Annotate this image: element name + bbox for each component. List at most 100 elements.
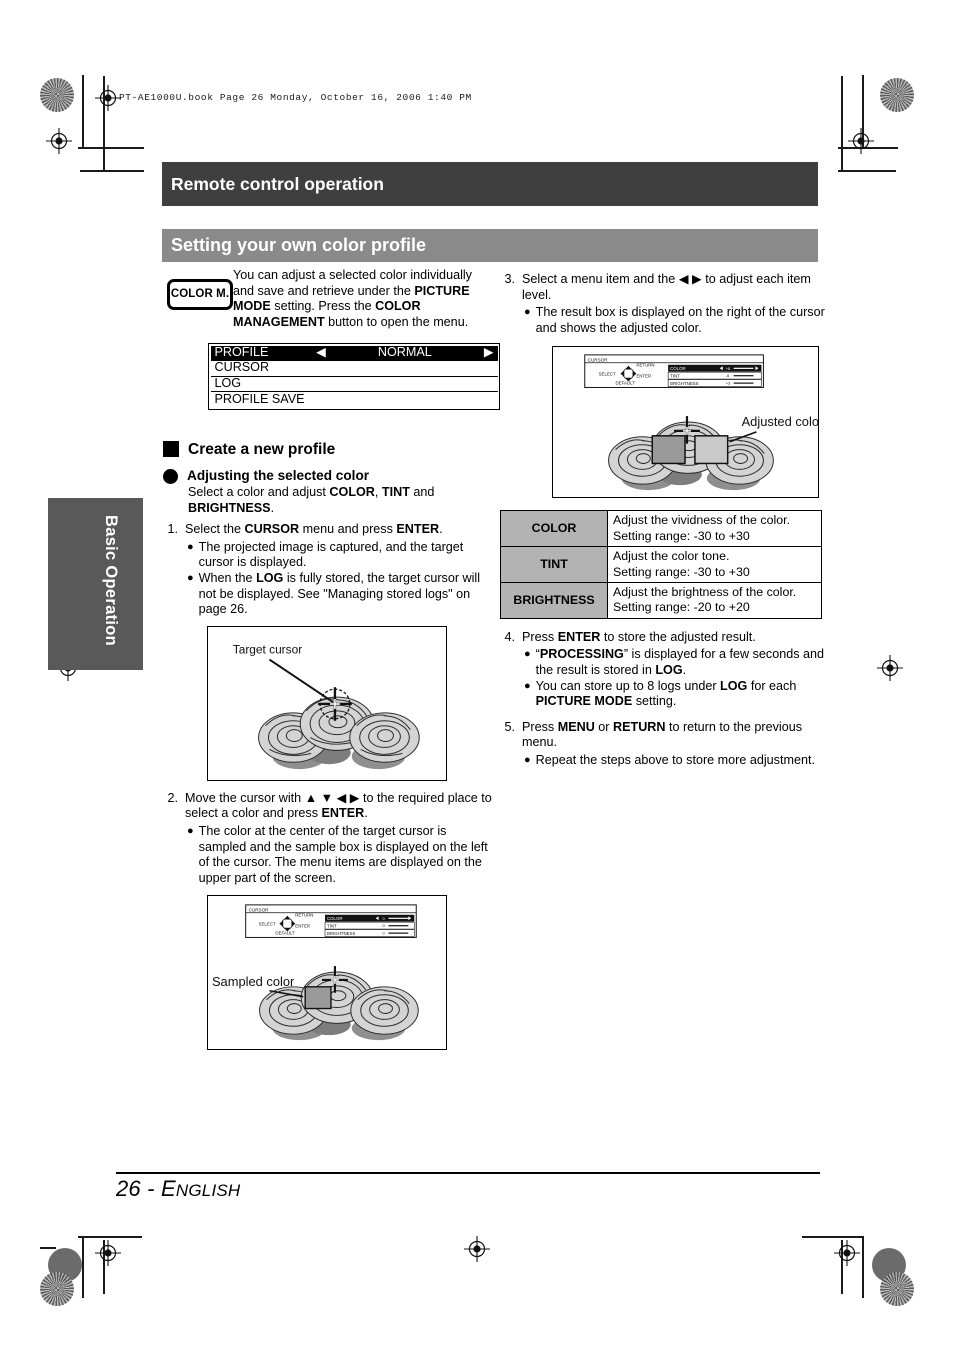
step-3-bullet-1: ● The result box is displayed on the rig… [524,305,830,336]
svg-text:BRIGHTNESS: BRIGHTNESS [327,931,355,936]
table-row-desc-line2: Setting range: -30 to +30 [613,564,750,579]
bullet-dot-icon: ● [524,679,531,692]
svg-text:+8: +8 [726,366,731,371]
s1b2-t1: When the [198,570,257,585]
figure-sampled-color: CURSOR RETURN SELECT ENTER DEFAULT COLOR… [207,895,447,1051]
registration-mark-top-right [848,128,874,154]
s4b1-b1: PROCESSING [539,647,624,662]
side-tab-label: Basic Operation [102,515,120,647]
crop-mark [78,1236,142,1238]
table-row: COLOR Adjust the vividness of the color.… [500,510,822,548]
heading-adjusting-selected-color-text: Adjusting the selected color [187,468,370,484]
osd-row-profile-save[interactable]: PROFILE SAVE [211,392,498,408]
registration-mark-bottom-center [464,1236,490,1262]
step-5-b1: MENU [557,719,595,734]
figure-adjusted-color-caption: Adjusted color [742,414,818,429]
step-4-bullet-1-text: “PROCESSING” is displayed for a few seco… [536,647,830,678]
left-arrow-icon[interactable]: ◀ [316,345,326,361]
crop-mark [82,1236,84,1298]
section-title-text: Setting your own color profile [171,235,427,255]
sampled-color-swatch [651,435,686,465]
step-1-b1: CURSOR [244,522,300,537]
svg-text:CURSOR: CURSOR [588,358,608,363]
square-bullet-icon [163,441,179,458]
step-4-bullet-2-text: You can store up to 8 logs under LOG for… [536,679,830,710]
registration-mark-bottom-right [834,1240,860,1266]
lead-b2: TINT [381,484,410,499]
step-3-bullet-1-text: The result box is displayed on the right… [535,305,825,335]
lr-arrows-icon: ◀ ▶ [678,272,702,286]
step-1-t3: . [439,522,443,537]
svg-text:TINT: TINT [327,924,337,929]
table-row-desc-line2: Setting range: -30 to +30 [613,528,750,543]
adjusted-color-swatch [694,435,729,465]
crop-mark [82,75,84,147]
s4b2-t3: setting. [632,694,677,709]
step-4: 4. Press ENTER to store the adjusted res… [500,630,830,646]
osd-row-profile-label: PROFILE [214,344,269,359]
footer-rule [116,1172,820,1175]
step-5-bullet-1-text: Repeat the steps above to store more adj… [535,752,815,767]
side-tab-basic-operation: Basic Operation [48,498,143,670]
right-column: 3. Select a menu item and the ◀ ▶ to adj… [500,268,830,769]
svg-text:COLOR: COLOR [327,916,342,921]
sampled-color-swatch [304,986,332,1010]
step-5: 5. Press MENU or RETURN to return to the… [500,720,830,751]
osd-row-cursor[interactable]: CURSOR [210,360,498,377]
step-3-number: 3. [504,272,515,286]
step-2: 2. Move the cursor with ▲ ▼ ◀ ▶ to the r… [163,791,493,822]
step-1-text: Select the CURSOR menu and press ENTER. [185,522,493,538]
s4b2-b1: LOG [720,678,748,693]
chapter-title-text: Remote control operation [171,173,384,194]
osd-row-profile-value-group: ◀ NORMAL ▶ [316,345,494,361]
bullet-dot-icon: ● [524,753,531,766]
heading-create-new-profile-text: Create a new profile [188,440,336,458]
step-4-text: Press ENTER to store the adjusted result… [522,630,830,646]
figure-sampled-color-caption: Sampled color [212,974,295,989]
intro-t2: setting. Press the [270,299,376,314]
osd-row-log[interactable]: LOG [210,375,498,392]
step-2-bullet-1-text: The color at the center of the target cu… [198,823,488,885]
step-2-text: Move the cursor with ▲ ▼ ◀ ▶ to the requ… [185,791,493,822]
step-4-t2: to store the adjusted result. [600,629,756,644]
right-arrow-icon[interactable]: ▶ [484,345,494,361]
svg-text:DEFAULT: DEFAULT [275,931,295,936]
table-row-desc: Adjust the brightness of the color. Sett… [607,582,822,619]
table-row-desc: Adjust the color tone. Setting range: -3… [607,546,822,583]
page-number: 26 - [116,1176,162,1201]
step-5-t1: Press [522,719,558,734]
lead-t2: , [374,484,382,499]
chapter-title-bar: Remote control operation [162,162,818,206]
s1b2-b1: LOG [256,570,284,585]
step-1: 1. Select the CURSOR menu and press ENTE… [163,522,493,538]
figure-sampled-color-graphic: CURSOR RETURN SELECT ENTER DEFAULT COLOR… [208,896,446,1050]
svg-text:DEFAULT: DEFAULT [616,381,636,386]
rosette-mark-top-left [40,78,74,112]
lead-t4: . [270,500,275,515]
step-3-t1: Select a menu item and the [522,272,679,286]
table-row-desc-line1: Adjust the color tone. [613,549,730,564]
step-1-number: 1. [167,522,178,537]
step-5-b2: RETURN [613,719,666,734]
lead-t1: Select a color and adjust [188,484,330,499]
table-row-desc: Adjust the vividness of the color. Setti… [607,510,822,548]
crop-mark [841,76,843,170]
crop-mark [802,1236,862,1238]
step-4-t1: Press [522,629,558,644]
page-footer: 26 - ENGLISH [116,1176,240,1202]
osd-row-log-label: LOG [214,375,242,390]
step-1-bullet-2: ● When the LOG is fully stored, the targ… [187,571,493,618]
rosette-mark-bottom-left [40,1272,74,1306]
svg-text:SELECT: SELECT [599,372,616,377]
intro-paragraph: You can adjust a selected color individu… [233,268,493,330]
step-2-number: 2. [167,790,178,805]
osd-row-profile[interactable]: PROFILE ◀ NORMAL ▶ [210,344,498,361]
svg-text:TINT: TINT [670,374,680,379]
table-row-desc-line2: Setting range: -20 to +20 [613,600,750,615]
svg-text:+3: +3 [726,381,731,386]
figure-adjusted-color-graphic: CURSOR RETURN SELECT ENTER DEFAULT COLOR… [553,347,818,498]
direction-arrows-icon: ▲ ▼ ◀ ▶ [304,790,360,805]
heading-create-new-profile: Create a new profile [163,440,493,458]
rosette-mark-top-right [880,78,914,112]
table-row-label: BRIGHTNESS [500,582,608,619]
